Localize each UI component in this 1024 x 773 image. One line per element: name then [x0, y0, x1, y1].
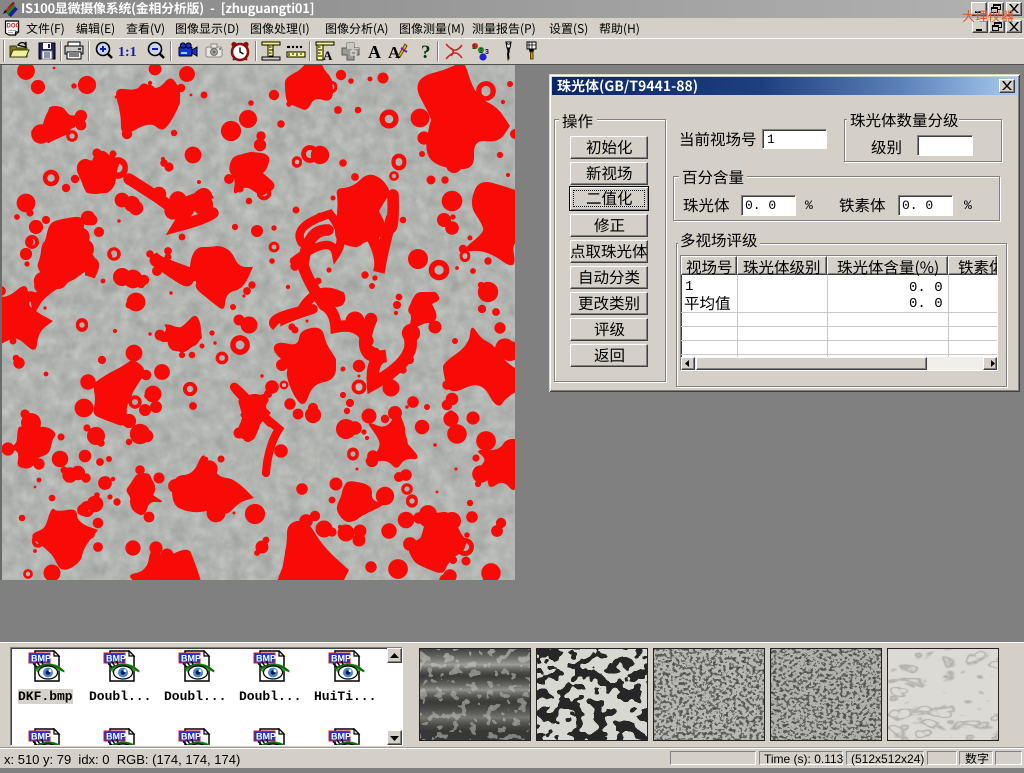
- svg-text:1: 1: [472, 44, 476, 51]
- svg-text:A: A: [388, 43, 401, 62]
- svg-text:DOC: DOC: [7, 24, 21, 30]
- svg-text:?: ?: [421, 42, 431, 62]
- svg-text:A: A: [323, 48, 333, 62]
- svg-text:A: A: [368, 42, 381, 62]
- svg-text:3: 3: [485, 49, 489, 56]
- svg-text:1:1: 1:1: [118, 45, 137, 60]
